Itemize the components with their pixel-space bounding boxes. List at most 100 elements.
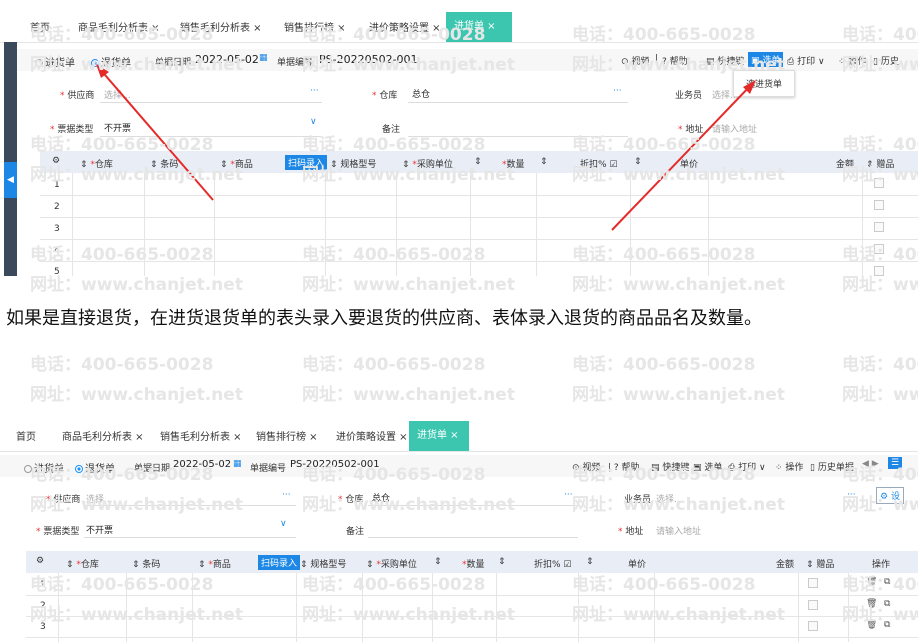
select-order-button[interactable]: ▣ 选单: [748, 52, 784, 67]
col-sort[interactable]: ⇕: [540, 157, 548, 167]
col-amount[interactable]: 金额: [776, 557, 794, 570]
col-sort[interactable]: ⇕: [474, 157, 482, 167]
video-button[interactable]: ⊙ 视频: [621, 54, 649, 67]
col-unit[interactable]: ⇕ *采购单位: [366, 557, 417, 570]
calendar-icon[interactable]: ▦: [259, 53, 268, 63]
col-quantity[interactable]: *数量: [462, 557, 485, 570]
tab-sales-ranking[interactable]: 销售排行榜 ×: [284, 19, 346, 34]
warehouse-input[interactable]: 总仓: [412, 87, 430, 100]
chevron-down-icon[interactable]: ∨: [310, 117, 317, 127]
delete-icon[interactable]: 🗑: [866, 577, 877, 587]
date-value[interactable]: 2022-05-02: [195, 53, 259, 66]
video-button[interactable]: ⊙ 视频: [572, 460, 600, 473]
col-barcode[interactable]: ⇕ 条码: [150, 157, 178, 170]
gift-checkbox[interactable]: [808, 621, 818, 631]
shortcut-button[interactable]: ▤ 快捷键: [706, 54, 744, 67]
col-sort[interactable]: ⇕: [586, 557, 594, 567]
col-unit[interactable]: ⇕ *采购单位: [402, 157, 453, 170]
col-product[interactable]: ⇕ *商品: [198, 557, 231, 570]
tab-product-margin[interactable]: 商品毛利分析表 ×: [78, 19, 160, 34]
history-button[interactable]: ▯ 历史: [873, 54, 899, 67]
radio-return[interactable]: 退货单: [75, 460, 115, 475]
col-warehouse[interactable]: ⇕ *仓库: [66, 557, 99, 570]
chevron-down-icon[interactable]: ∨: [280, 519, 287, 529]
copy-icon[interactable]: ⧉: [884, 577, 890, 587]
help-button[interactable]: ? 帮助: [662, 54, 688, 67]
settings-gear-icon[interactable]: ⚙: [52, 156, 60, 166]
supplier-input[interactable]: 选择...: [86, 492, 113, 505]
tab-price-strategy[interactable]: 进价策略设置 ×: [336, 428, 408, 443]
col-product[interactable]: ⇕ *商品: [220, 157, 253, 170]
supplier-input[interactable]: 选择...: [104, 88, 131, 101]
help-button[interactable]: | ? 帮助: [608, 460, 640, 473]
settings-button[interactable]: ⚙ 设: [876, 487, 904, 504]
calendar-icon[interactable]: ▦: [233, 459, 242, 469]
print-button[interactable]: ⎙ 打印 ∨: [787, 54, 825, 67]
scan-entry-button[interactable]: 扫码录入: [285, 155, 328, 170]
tab-sales-margin[interactable]: 销售毛利分析表 ×: [180, 19, 262, 34]
delete-icon[interactable]: 🗑: [866, 620, 877, 630]
print-button[interactable]: ⎙ 打印 ∨: [728, 460, 766, 473]
operation-button[interactable]: ⁘ 操作: [775, 460, 803, 473]
col-sort[interactable]: ⇕: [498, 557, 506, 567]
col-sort[interactable]: ⇕: [634, 157, 642, 167]
radio-return[interactable]: 退货单: [91, 54, 131, 69]
tab-home[interactable]: 首页: [30, 19, 50, 34]
tab-purchase-order[interactable]: 进货单 ×: [409, 421, 469, 451]
col-price[interactable]: 单价: [628, 557, 646, 570]
gift-checkbox[interactable]: [874, 200, 884, 210]
history-button[interactable]: ▯ 历史单据: [810, 460, 854, 473]
col-amount[interactable]: 金额: [836, 157, 854, 170]
col-spec[interactable]: ⇕ 规格型号: [330, 157, 376, 170]
date-value[interactable]: 2022-05-02: [173, 459, 231, 470]
gift-checkbox[interactable]: [874, 266, 884, 276]
col-gift[interactable]: ⇕ 赠品: [866, 157, 894, 170]
delete-icon[interactable]: 🗑: [866, 599, 877, 609]
col-gift[interactable]: ⇕ 赠品: [806, 557, 834, 570]
col-price[interactable]: 单价: [680, 157, 698, 170]
invoice-select[interactable]: 不开票: [104, 121, 131, 134]
address-input[interactable]: 请输入地址: [712, 122, 757, 135]
operation-button[interactable]: ⁘ 操作: [838, 54, 866, 67]
col-sort[interactable]: ⇕: [434, 557, 442, 567]
settings-gear-icon[interactable]: ⚙: [36, 556, 44, 566]
copy-icon[interactable]: ⧉: [884, 599, 890, 609]
scan-entry-button[interactable]: 扫码录入: [258, 555, 301, 570]
tab-sales-ranking[interactable]: 销售排行榜 ×: [256, 428, 318, 443]
tab-home[interactable]: 首页: [16, 428, 36, 443]
more-icon[interactable]: ···: [613, 86, 622, 96]
col-barcode[interactable]: ⇕ 条码: [132, 557, 160, 570]
menu-icon[interactable]: ☰: [888, 457, 903, 469]
copy-icon[interactable]: ⧉: [884, 620, 890, 630]
select-order-button[interactable]: ▣ 选单: [693, 460, 722, 473]
gift-checkbox[interactable]: [874, 178, 884, 188]
salesman-input[interactable]: 选择...: [656, 492, 683, 505]
gift-checkbox[interactable]: [874, 222, 884, 232]
more-icon[interactable]: ···: [847, 490, 856, 500]
gift-checkbox[interactable]: [874, 244, 884, 254]
invoice-select[interactable]: 不开票: [86, 523, 113, 536]
tab-sales-margin[interactable]: 销售毛利分析表 ×: [160, 428, 242, 443]
more-icon[interactable]: ···: [564, 490, 573, 500]
col-warehouse[interactable]: ⇕ *仓库: [80, 157, 113, 170]
salesman-input[interactable]: 选择...: [712, 88, 739, 101]
nav-arrows-icon[interactable]: ◀ ▶: [862, 459, 879, 469]
expand-arrow-icon[interactable]: ◀: [4, 162, 17, 198]
tab-product-margin[interactable]: 商品毛利分析表 ×: [62, 428, 144, 443]
radio-purchase[interactable]: 进货单: [24, 460, 64, 475]
gift-checkbox[interactable]: [808, 600, 818, 610]
col-spec[interactable]: ⇕ 规格型号: [300, 557, 346, 570]
tab-purchase-order[interactable]: 进货单 ×: [446, 12, 512, 42]
more-icon[interactable]: ···: [282, 490, 291, 500]
address-input[interactable]: 请输入地址: [656, 524, 701, 537]
warehouse-input[interactable]: 总仓: [372, 491, 390, 504]
shortcut-button[interactable]: ▤ 快捷键: [651, 460, 689, 473]
select-purchase-popup[interactable]: 选进货单: [733, 70, 796, 97]
radio-purchase[interactable]: 进货单: [35, 54, 75, 69]
tab-price-strategy[interactable]: 进价策略设置 ×: [369, 19, 441, 34]
col-discount[interactable]: 折扣% ☑: [580, 157, 618, 170]
col-discount[interactable]: 折扣% ☑: [534, 557, 572, 570]
more-icon[interactable]: ···: [310, 86, 319, 96]
col-quantity[interactable]: *数量: [502, 157, 525, 170]
gift-checkbox[interactable]: [808, 578, 818, 588]
